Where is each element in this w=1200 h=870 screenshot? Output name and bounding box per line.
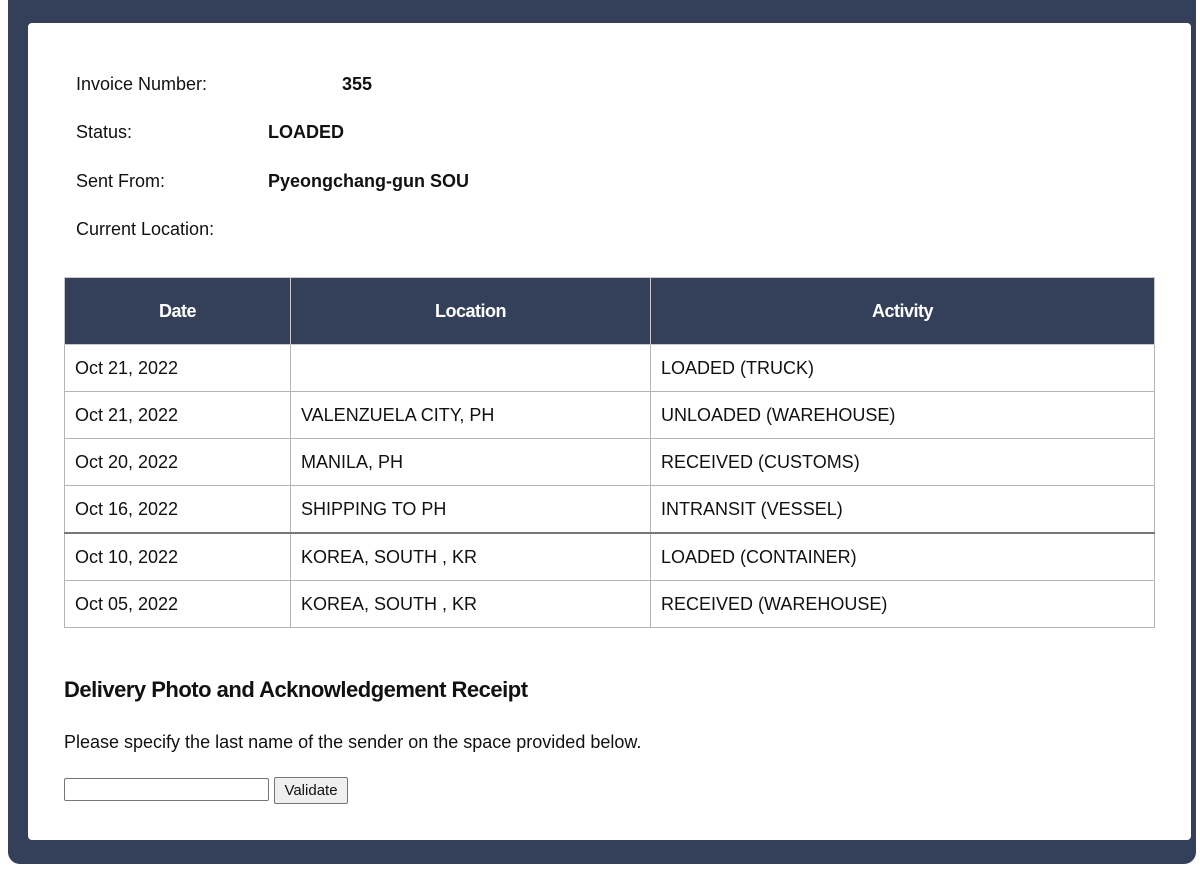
row-activity: LOADED (TRUCK) [650, 344, 1155, 392]
row-date: Oct 21, 2022 [64, 344, 291, 392]
tracking-history-table: Date Location Activity Oct 21, 2022 LOAD… [64, 277, 1155, 628]
page-frame: Invoice Number: 355 Status: LOADED Sent … [8, 0, 1196, 864]
invoice-value: 355 [342, 74, 373, 94]
header-location: Location [290, 277, 651, 345]
table-row: Oct 05, 2022 KOREA, SOUTH , KR RECEIVED … [64, 580, 1155, 628]
row-activity: INTRANSIT (VESSEL) [650, 485, 1155, 534]
row-location: MANILA, PH [290, 438, 651, 486]
current-location-label: Current Location: [76, 219, 215, 239]
header-activity: Activity [650, 277, 1155, 345]
row-activity: RECEIVED (WAREHOUSE) [650, 580, 1155, 628]
table-row: Oct 16, 2022 SHIPPING TO PH INTRANSIT (V… [64, 485, 1155, 534]
validate-button[interactable]: Validate [274, 777, 348, 804]
table-row: Oct 10, 2022 KOREA, SOUTH , KR LOADED (C… [64, 532, 1155, 581]
receipt-instruction: Please specify the last name of the send… [64, 732, 642, 752]
table-row: Oct 21, 2022 VALENZUELA CITY, PH UNLOADE… [64, 391, 1155, 439]
row-date: Oct 16, 2022 [64, 485, 291, 534]
row-date: Oct 20, 2022 [64, 438, 291, 486]
row-location: VALENZUELA CITY, PH [290, 391, 651, 439]
status-value: LOADED [268, 122, 344, 142]
table-row: Oct 21, 2022 LOADED (TRUCK) [64, 344, 1155, 392]
row-activity: RECEIVED (CUSTOMS) [650, 438, 1155, 486]
row-date: Oct 10, 2022 [64, 532, 291, 581]
row-activity: LOADED (CONTAINER) [650, 532, 1155, 581]
header-date: Date [64, 277, 291, 345]
tracking-card: Invoice Number: 355 Status: LOADED Sent … [28, 23, 1191, 840]
row-activity: UNLOADED (WAREHOUSE) [650, 391, 1155, 439]
sent-from-label: Sent From: [76, 171, 166, 191]
row-date: Oct 21, 2022 [64, 391, 291, 439]
row-location: KOREA, SOUTH , KR [290, 580, 651, 628]
sender-last-name-input[interactable] [64, 778, 269, 801]
row-location: KOREA, SOUTH , KR [290, 532, 651, 581]
row-location [290, 344, 651, 392]
table-row: Oct 20, 2022 MANILA, PH RECEIVED (CUSTOM… [64, 438, 1155, 486]
row-location: SHIPPING TO PH [290, 485, 651, 534]
status-label: Status: [76, 122, 133, 142]
table-header-row: Date Location Activity [64, 277, 1155, 345]
invoice-label: Invoice Number: [76, 74, 208, 94]
receipt-section-title: Delivery Photo and Acknowledgement Recei… [64, 677, 528, 702]
sent-from-value: Pyeongchang-gun SOU [268, 171, 470, 191]
row-date: Oct 05, 2022 [64, 580, 291, 628]
